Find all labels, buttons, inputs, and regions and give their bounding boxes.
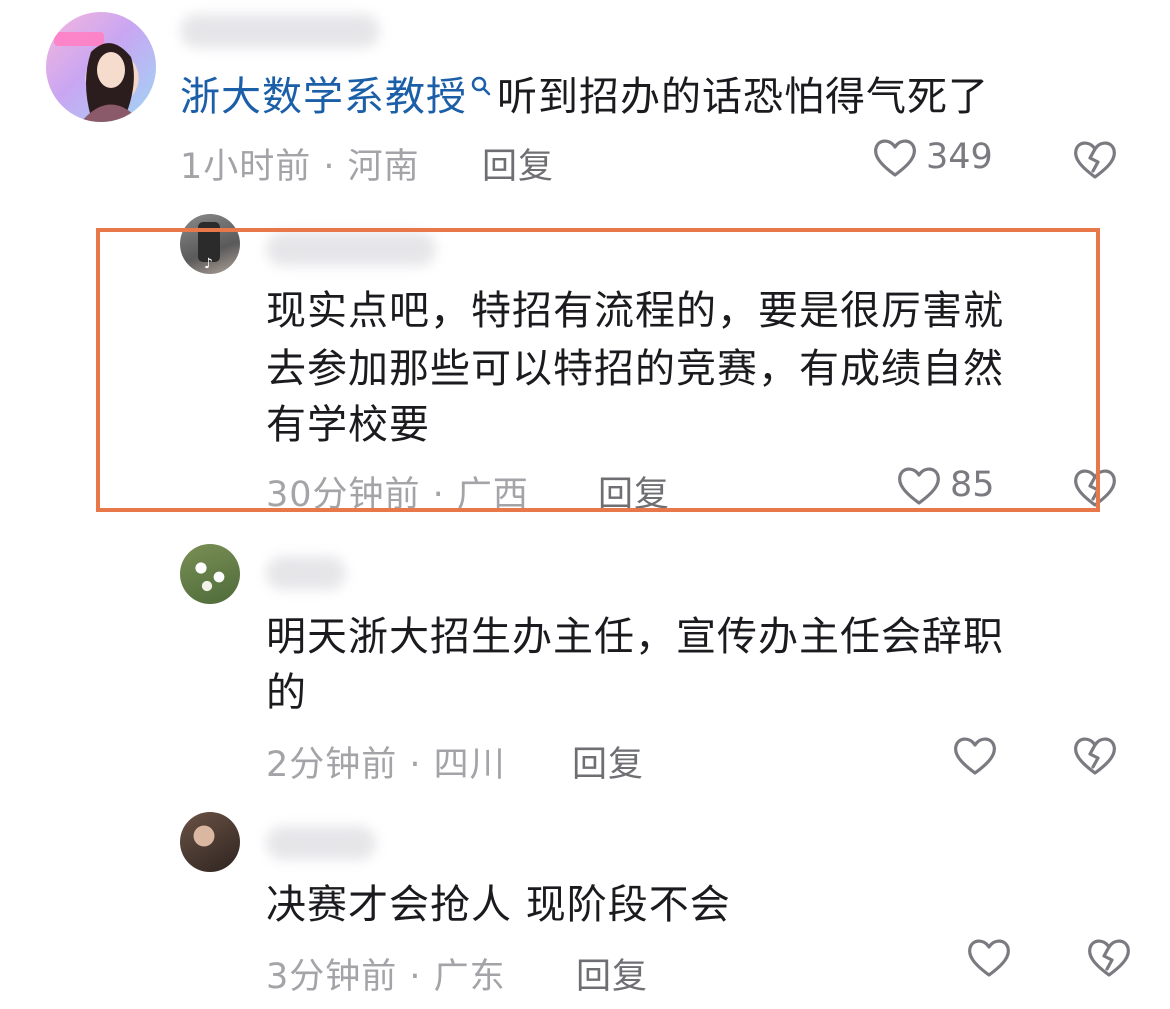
heart-icon	[954, 737, 996, 775]
heart-icon	[898, 467, 940, 505]
like-button[interactable]: 349	[872, 136, 993, 178]
broken-heart-icon[interactable]	[1072, 466, 1118, 508]
svg-text:♪: ♪	[204, 256, 213, 272]
blurred-username[interactable]	[180, 14, 380, 48]
avatar[interactable]	[180, 544, 240, 604]
like-button[interactable]: 85	[896, 464, 995, 506]
reply-button[interactable]: 回复	[576, 948, 648, 999]
comment-line-1: 决赛才会抢人 现阶段不会	[266, 882, 731, 928]
time-location: 2分钟前 · 四川	[266, 745, 506, 785]
reply-button[interactable]: 回复	[482, 138, 554, 189]
time-location: 1小时前 · 河南	[180, 147, 420, 187]
comment-line-2: 的	[266, 670, 307, 716]
broken-heart-icon[interactable]	[1086, 936, 1132, 978]
reply-button[interactable]: 回复	[598, 466, 670, 517]
comment-line-1: 明天浙大招生办主任，宣传办主任会辞职	[266, 614, 1004, 660]
search-link[interactable]: 浙大数学系教授	[180, 74, 467, 120]
comment-line-3: 有学校要	[266, 402, 430, 448]
comment-text: 浙大数学系教授 听到招办的话恐怕得气死了	[180, 70, 989, 124]
broken-heart-icon[interactable]	[1072, 734, 1118, 776]
reply-button[interactable]: 回复	[572, 736, 644, 787]
avatar-image	[54, 32, 141, 122]
blurred-username[interactable]	[266, 826, 376, 860]
blurred-username[interactable]	[266, 556, 346, 590]
like-count: 85	[950, 465, 995, 505]
blurred-username[interactable]	[266, 232, 436, 266]
comment-body: 听到招办的话恐怕得气死了	[497, 74, 989, 120]
search-icon[interactable]	[469, 74, 493, 98]
time-location: 30分钟前 · 广西	[266, 475, 529, 515]
heart-icon	[968, 939, 1010, 977]
avatar-image: ♪	[198, 222, 220, 272]
like-count: 349	[926, 137, 993, 177]
broken-heart-icon[interactable]	[1072, 138, 1118, 180]
like-button[interactable]	[966, 936, 1020, 978]
avatar[interactable]: ♪	[180, 214, 240, 274]
time-location: 3分钟前 · 广东	[266, 957, 506, 997]
avatar[interactable]	[46, 12, 156, 122]
like-button[interactable]	[952, 734, 1006, 776]
comment-line-2: 去参加那些可以特招的竞赛，有成绩自然	[266, 346, 1004, 392]
heart-icon	[874, 139, 916, 177]
comment-line-1: 现实点吧，特招有流程的，要是很厉害就	[266, 288, 1004, 334]
avatar[interactable]	[180, 812, 240, 872]
